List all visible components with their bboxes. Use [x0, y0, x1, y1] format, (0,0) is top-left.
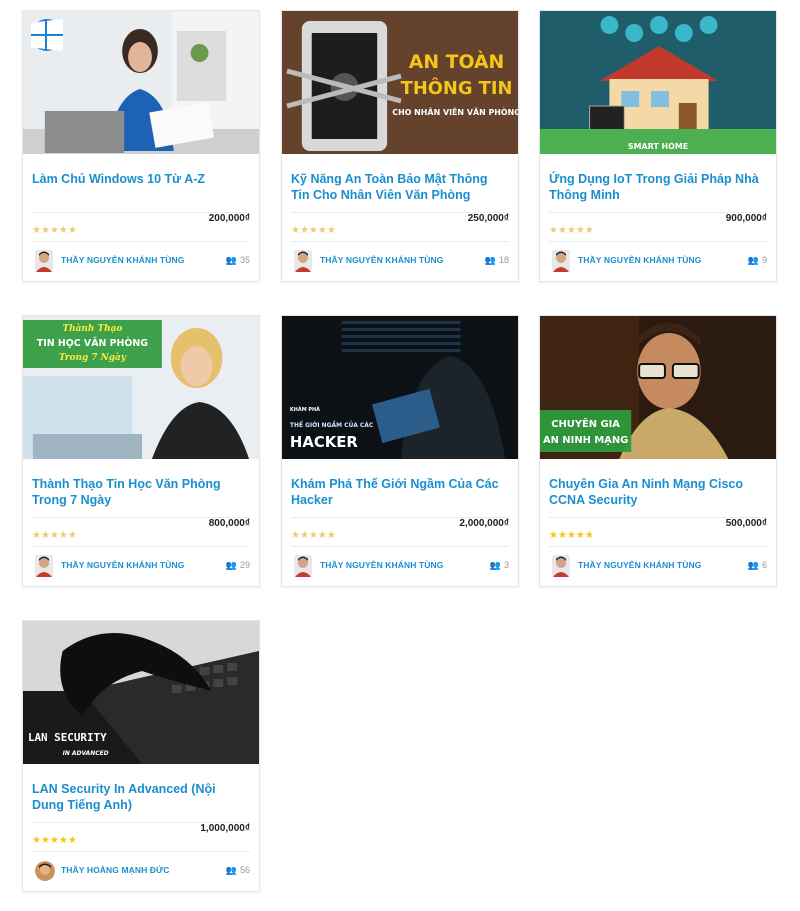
thumbnail-image: AN TOÀN THÔNG TIN CHO NHÂN VIÊN VĂN PHÒN… — [282, 11, 518, 154]
student-count: 👥 18 — [485, 255, 509, 266]
course-thumbnail[interactable]: LAN SECURITY IN ADVANCED — [23, 621, 259, 764]
student-count: 👥 35 — [226, 255, 250, 266]
author-name[interactable]: THẦY NGUYỄN KHÁNH TÙNG — [578, 560, 701, 570]
thumb-text: THÔNG TIN — [401, 77, 513, 99]
thumb-text: AN NINH MẠNG — [543, 435, 628, 446]
course-title[interactable]: Chuyên Gia An Ninh Mạng Cisco CCNA Secur… — [549, 459, 767, 517]
course-title[interactable]: Thành Thạo Tin Học Văn Phòng Trong 7 Ngà… — [32, 459, 250, 517]
course-thumbnail[interactable]: CHUYÊN GIA AN NINH MẠNG — [540, 316, 776, 459]
author-name[interactable]: THẦY NGUYỄN KHÁNH TÙNG — [61, 255, 184, 265]
student-count: 👥 9 — [748, 255, 767, 266]
student-count-value: 56 — [239, 865, 250, 875]
course-price: 1,000,000₫ — [200, 823, 250, 834]
author-name[interactable]: THẦY NGUYỄN KHÁNH TÙNG — [320, 560, 443, 570]
author-name[interactable]: THẦY NGUYỄN KHÁNH TÙNG — [578, 255, 701, 265]
course-price: 200,000₫ — [208, 213, 250, 224]
users-icon: 👥 — [747, 255, 759, 265]
thumbnail-image: CHUYÊN GIA AN NINH MẠNG — [540, 316, 776, 459]
thumb-text: AN TOÀN — [409, 50, 505, 73]
student-count: 👥 56 — [226, 865, 250, 876]
windows-logo-icon — [31, 19, 63, 51]
course-card: Làm Chủ Windows 10 Từ A-Z ★★★★★ 200,000₫… — [22, 10, 260, 282]
thumb-text: Trong 7 Ngày — [59, 352, 127, 363]
avatar[interactable] — [35, 861, 55, 881]
avatar[interactable] — [552, 250, 570, 272]
student-count-value: 35 — [239, 255, 250, 265]
student-count-value: 3 — [503, 560, 509, 570]
student-count: 👥 6 — [748, 560, 767, 571]
thumbnail-image: Thành Thạo TIN HỌC VĂN PHÒNG Trong 7 Ngà… — [23, 316, 259, 459]
users-icon: 👥 — [747, 560, 759, 570]
student-count-value: 9 — [761, 255, 767, 265]
thumbnail-image: SMART HOME — [540, 11, 776, 154]
avatar[interactable] — [35, 250, 53, 272]
student-count-value: 29 — [239, 560, 250, 570]
thumb-text: CHO NHÂN VIÊN VĂN PHÒNG — [392, 106, 518, 117]
avatar[interactable] — [35, 555, 53, 577]
course-grid: Làm Chủ Windows 10 Từ A-Z ★★★★★ 200,000₫… — [0, 0, 800, 911]
rating-stars: ★★★★★ — [32, 835, 77, 846]
rating-stars: ★★★★★ — [291, 225, 336, 236]
course-thumbnail[interactable]: KHÁM PHÁ THẾ GIỚI NGẦM CỦA CÁC HACKER — [282, 316, 518, 459]
rating-stars: ★★★★★ — [32, 530, 77, 541]
course-card: SMART HOME Ứng Dụng IoT Trong Giải Pháp … — [539, 10, 777, 282]
course-title[interactable]: Kỹ Năng An Toàn Bảo Mật Thông Tin Cho Nh… — [291, 154, 509, 212]
thumb-text: TIN HỌC VĂN PHÒNG — [37, 337, 148, 349]
thumb-text: KHÁM PHÁ — [290, 406, 320, 413]
thumb-text: LAN SECURITY — [28, 731, 107, 744]
thumbnail-image: LAN SECURITY IN ADVANCED — [23, 621, 259, 764]
course-price: 2,000,000₫ — [459, 518, 509, 529]
thumb-text: THẾ GIỚI NGẦM CỦA CÁC — [290, 420, 373, 429]
course-title[interactable]: LAN Security In Advanced (Nội Dung Tiếng… — [32, 764, 250, 822]
thumb-text: CHUYÊN GIA — [551, 417, 620, 430]
student-count: 👥 3 — [490, 560, 509, 571]
thumbnail-image: KHÁM PHÁ THẾ GIỚI NGẦM CỦA CÁC HACKER — [282, 316, 518, 459]
course-title[interactable]: Làm Chủ Windows 10 Từ A-Z — [32, 154, 250, 212]
course-card: KHÁM PHÁ THẾ GIỚI NGẦM CỦA CÁC HACKER Kh… — [281, 315, 519, 587]
rating-stars: ★★★★★ — [549, 225, 594, 236]
rating-stars: ★★★★★ — [549, 530, 594, 541]
author-name[interactable]: THẦY NGUYỄN KHÁNH TÙNG — [61, 560, 184, 570]
rating-stars: ★★★★★ — [291, 530, 336, 541]
users-icon: 👥 — [489, 560, 501, 570]
course-card: LAN SECURITY IN ADVANCED LAN Security In… — [22, 620, 260, 892]
student-count: 👥 29 — [226, 560, 250, 571]
avatar[interactable] — [552, 555, 570, 577]
course-title[interactable]: Khám Phá Thế Giới Ngầm Của Các Hacker — [291, 459, 509, 517]
thumb-text: SMART HOME — [628, 142, 688, 151]
rating-stars: ★★★★★ — [32, 225, 77, 236]
author-name[interactable]: THẦY HOÀNG MẠNH ĐỨC — [61, 865, 169, 875]
student-count-value: 18 — [498, 255, 509, 265]
course-card: AN TOÀN THÔNG TIN CHO NHÂN VIÊN VĂN PHÒN… — [281, 10, 519, 282]
avatar[interactable] — [294, 250, 312, 272]
users-icon: 👥 — [225, 865, 237, 875]
course-thumbnail[interactable]: Thành Thạo TIN HỌC VĂN PHÒNG Trong 7 Ngà… — [23, 316, 259, 459]
course-card: CHUYÊN GIA AN NINH MẠNG Chuyên Gia An Ni… — [539, 315, 777, 587]
course-card: Thành Thạo TIN HỌC VĂN PHÒNG Trong 7 Ngà… — [22, 315, 260, 587]
thumb-text: IN ADVANCED — [63, 750, 109, 757]
users-icon: 👥 — [225, 560, 237, 570]
student-count-value: 6 — [761, 560, 767, 570]
course-price: 250,000₫ — [467, 213, 509, 224]
author-name[interactable]: THẦY NGUYỄN KHÁNH TÙNG — [320, 255, 443, 265]
users-icon: 👥 — [225, 255, 237, 265]
course-thumbnail[interactable]: AN TOÀN THÔNG TIN CHO NHÂN VIÊN VĂN PHÒN… — [282, 11, 518, 154]
course-thumbnail[interactable]: SMART HOME — [540, 11, 776, 154]
course-price: 900,000₫ — [725, 213, 767, 224]
course-price: 800,000₫ — [208, 518, 250, 529]
course-title[interactable]: Ứng Dụng IoT Trong Giải Pháp Nhà Thông M… — [549, 154, 767, 212]
thumb-text: HACKER — [290, 433, 358, 451]
thumb-text: Thành Thạo — [63, 323, 123, 334]
course-thumbnail[interactable] — [23, 11, 259, 154]
users-icon: 👥 — [484, 255, 496, 265]
course-price: 500,000₫ — [725, 518, 767, 529]
avatar[interactable] — [294, 555, 312, 577]
